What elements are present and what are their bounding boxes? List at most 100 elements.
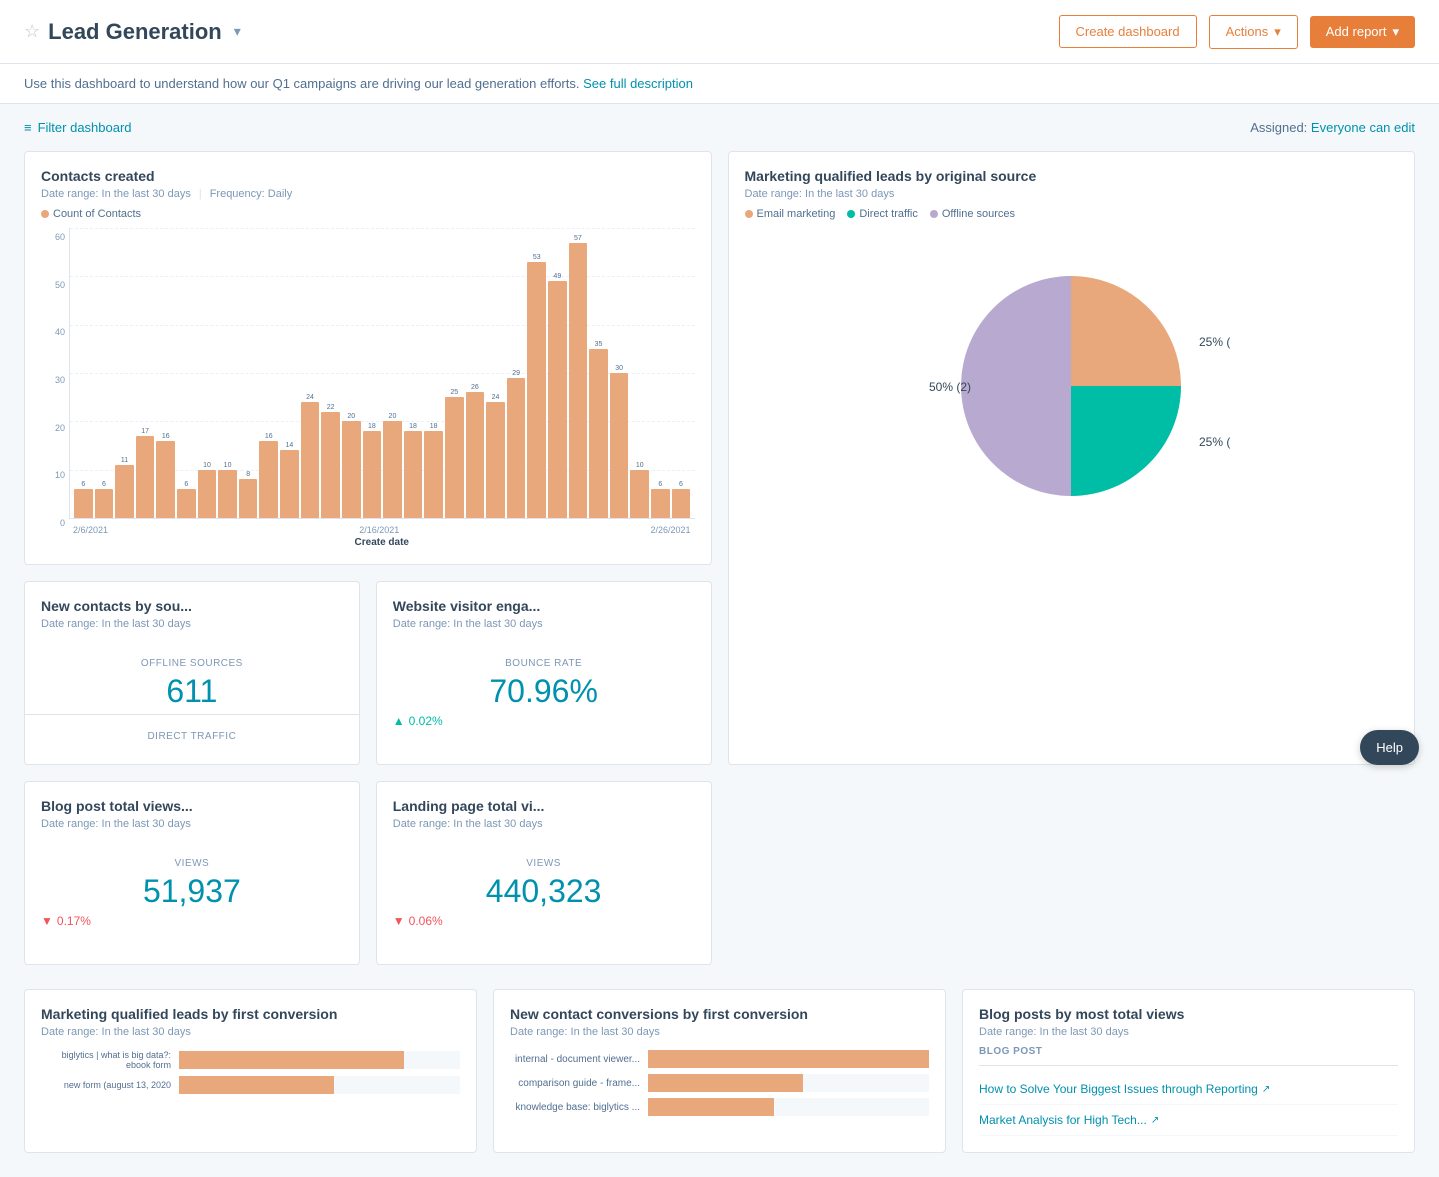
assigned-value[interactable]: Everyone can edit <box>1311 120 1415 135</box>
pie-segment-direct <box>1071 386 1181 496</box>
bar-value-label: 17 <box>141 428 149 435</box>
bar-fill <box>74 489 93 518</box>
bar-group: 14 <box>280 228 299 518</box>
blog-post-title-1: How to Solve Your Biggest Issues through… <box>979 1082 1258 1096</box>
bar-value-label: 6 <box>184 481 188 488</box>
create-dashboard-button[interactable]: Create dashboard <box>1059 15 1197 48</box>
legend-label-contacts: Count of Contacts <box>53 208 141 220</box>
actions-label: Actions <box>1226 24 1269 39</box>
blog-post-views-card: Blog post total views... Date range: In … <box>24 781 360 965</box>
help-button[interactable]: Help <box>1360 730 1419 765</box>
pie-label-direct: 25% (1) <box>1199 435 1231 449</box>
bar-value-label: 10 <box>636 462 644 469</box>
blog-link-1[interactable]: How to Solve Your Biggest Issues through… <box>979 1074 1398 1105</box>
bar-fill <box>486 402 505 518</box>
bar-chart: 60 50 40 30 20 10 0 <box>41 228 695 548</box>
see-full-description-link[interactable]: See full description <box>583 76 693 91</box>
dashboard-grid: Contacts created Date range: In the last… <box>0 151 1439 989</box>
bar-fill <box>115 465 134 518</box>
bar-value-label: 26 <box>471 384 479 391</box>
blog-posts-title: Blog posts by most total views <box>979 1006 1398 1022</box>
mql-bar-fill-2 <box>179 1076 334 1094</box>
new-contact-date: Date range: In the last 30 days <box>510 1026 929 1038</box>
page-title: Lead Generation <box>48 19 222 45</box>
filter-label: Filter dashboard <box>38 120 132 135</box>
blog-views-value: 51,937 <box>41 873 343 910</box>
blog-post-views-title: Blog post total views... <box>41 798 343 814</box>
offline-sources-value: 611 <box>41 673 343 710</box>
bar-value-label: 6 <box>658 481 662 488</box>
mql-conversion-title: Marketing qualified leads by first conve… <box>41 1006 460 1022</box>
bar-group: 8 <box>239 228 258 518</box>
blog-link-2[interactable]: Market Analysis for High Tech... ↗ <box>979 1105 1398 1136</box>
bar-fill <box>198 470 217 518</box>
actions-chevron-icon: ▾ <box>1274 24 1281 40</box>
star-icon[interactable]: ☆ <box>24 21 40 42</box>
bar-group: 6 <box>672 228 691 518</box>
bar-group: 10 <box>630 228 649 518</box>
legend-dot-offline <box>930 210 938 218</box>
blog-table: BLOG POST How to Solve Your Biggest Issu… <box>979 1046 1398 1136</box>
bar-fill <box>507 378 526 518</box>
bar-fill <box>280 450 299 518</box>
blog-post-views-date: Date range: In the last 30 days <box>41 818 343 830</box>
bar-group: 10 <box>218 228 237 518</box>
external-link-icon-2: ↗ <box>1151 1115 1159 1126</box>
bar-value-label: 8 <box>246 471 250 478</box>
mql-bar-row-2: new form (august 13, 2020 <box>41 1076 460 1094</box>
bar-group: 53 <box>527 228 546 518</box>
bar-group: 6 <box>74 228 93 518</box>
mql-hbar-chart: biglytics | what is big data?:ebook form… <box>41 1050 460 1094</box>
bar-fill <box>218 470 237 518</box>
bar-group: 29 <box>507 228 526 518</box>
landing-page-title: Landing page total vi... <box>393 798 695 814</box>
bar-value-label: 14 <box>286 442 294 449</box>
add-report-label: Add report <box>1326 24 1387 39</box>
bar-group: 10 <box>198 228 217 518</box>
pie-label-email: 25% (1) <box>1199 335 1231 349</box>
new-contact-conversions-card: New contact conversions by first convers… <box>493 989 946 1153</box>
bar-fill <box>569 243 588 519</box>
mql-bar-row-1: biglytics | what is big data?:ebook form <box>41 1050 460 1070</box>
filter-dashboard-button[interactable]: ≡ Filter dashboard <box>24 120 132 135</box>
bar-value-label: 24 <box>492 394 500 401</box>
offline-sources-label: OFFLINE SOURCES <box>41 658 343 669</box>
add-report-button[interactable]: Add report ▾ <box>1310 16 1415 48</box>
chevron-down-icon[interactable]: ▾ <box>234 23 241 40</box>
bar-value-label: 25 <box>450 389 458 396</box>
legend-offline: Offline sources <box>942 208 1015 220</box>
bar-value-label: 53 <box>533 254 541 261</box>
description-text: Use this dashboard to understand how our… <box>24 76 579 91</box>
bar-fill <box>383 421 402 518</box>
bar-value-label: 10 <box>224 462 232 469</box>
actions-button[interactable]: Actions ▾ <box>1209 15 1298 49</box>
bar-group: 49 <box>548 228 567 518</box>
triangle-up-icon: ▲ <box>393 714 405 728</box>
contacts-legend: Count of Contacts <box>41 208 695 220</box>
bar-group: 6 <box>95 228 114 518</box>
bar-value-label: 22 <box>327 404 335 411</box>
landing-page-date: Date range: In the last 30 days <box>393 818 695 830</box>
mql-conversion-date: Date range: In the last 30 days <box>41 1026 460 1038</box>
website-visitor-card: Website visitor enga... Date range: In t… <box>376 581 712 765</box>
mql-bar-label-1: biglytics | what is big data?:ebook form <box>41 1050 171 1070</box>
triangle-down-icon: ▼ <box>41 914 53 928</box>
bar-value-label: 6 <box>81 481 85 488</box>
bar-fill <box>342 421 361 518</box>
bar-group: 18 <box>363 228 382 518</box>
bar-value-label: 57 <box>574 235 582 242</box>
bar-fill <box>548 281 567 518</box>
bar-value-label: 16 <box>162 433 170 440</box>
conv-bar-track-1 <box>648 1050 929 1068</box>
mql-source-card: Marketing qualified leads by original so… <box>728 151 1416 765</box>
bounce-rate-change: ▲ 0.02% <box>393 714 695 728</box>
bar-group: 6 <box>177 228 196 518</box>
conv-bar-track-2 <box>648 1074 929 1092</box>
bar-group: 16 <box>156 228 175 518</box>
bars-container: 6611171661010816142422201820181825262429… <box>70 228 695 518</box>
blog-post-title-2: Market Analysis for High Tech... <box>979 1113 1147 1127</box>
contacts-created-subtitle: Date range: In the last 30 days | Freque… <box>41 188 695 200</box>
bounce-rate-change-value: 0.02% <box>409 714 443 728</box>
new-contact-title: New contact conversions by first convers… <box>510 1006 929 1022</box>
conv-bar-label-3: knowledge base: biglytics ... <box>510 1102 640 1113</box>
